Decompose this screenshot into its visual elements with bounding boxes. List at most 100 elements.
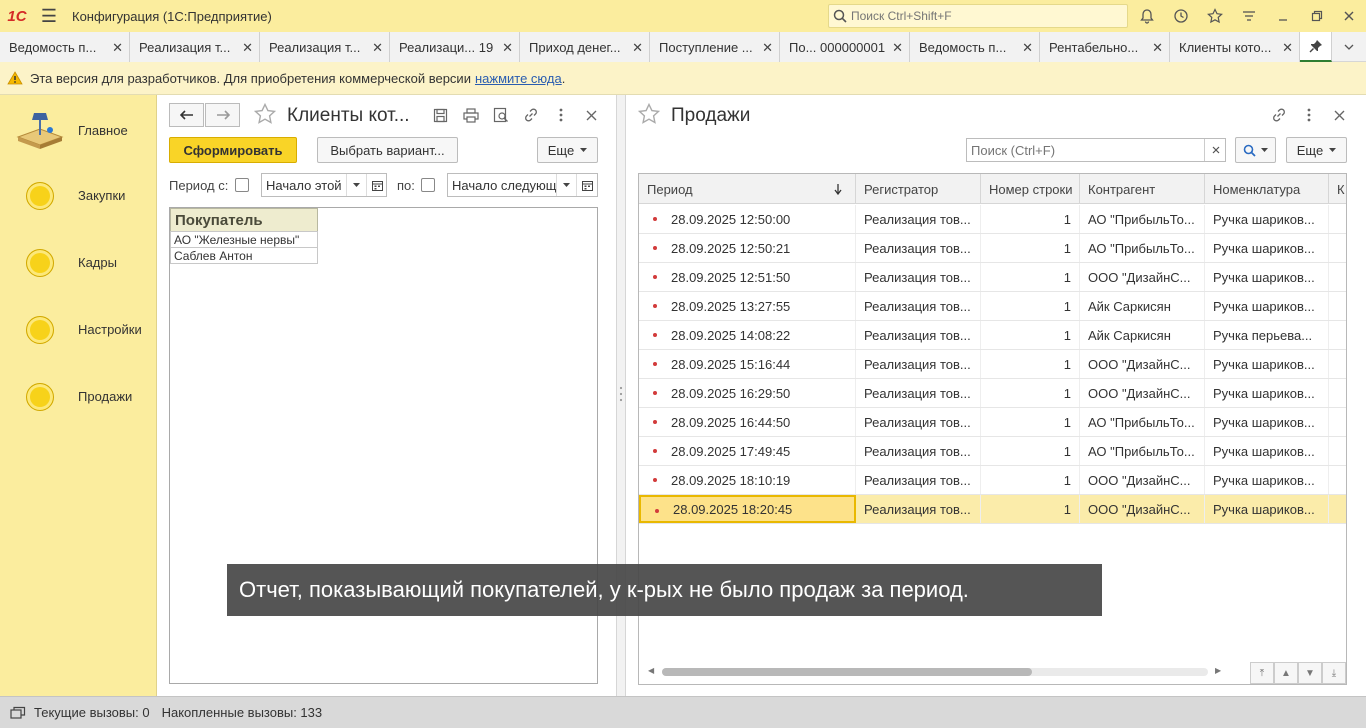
sales-more-button[interactable]: Еще (1286, 137, 1347, 163)
report-header-cell[interactable]: Покупатель (170, 208, 318, 232)
cell-extra[interactable] (1329, 437, 1346, 465)
period-from-checkbox[interactable] (235, 178, 249, 192)
tab-2[interactable]: Реализация т... ✕ (260, 32, 390, 62)
cell-period[interactable]: 28.09.2025 12:50:00 (639, 205, 856, 233)
cell-counterparty[interactable]: ООО "ДизайнС... (1080, 495, 1205, 523)
tab-5[interactable]: Поступление ... ✕ (650, 32, 780, 62)
page-down-icon[interactable]: ▼ (1298, 662, 1322, 684)
list-search-input[interactable] (967, 142, 1203, 158)
tab-8[interactable]: Рентабельно... ✕ (1040, 32, 1170, 62)
sidebar-item-settings[interactable]: Настройки (0, 310, 157, 350)
cell-registrar[interactable]: Реализация тов... (856, 408, 981, 436)
cell-extra[interactable] (1329, 495, 1346, 523)
report-cell[interactable]: АО "Железные нервы" (170, 231, 318, 248)
cell-item[interactable]: Ручка шариков... (1205, 234, 1329, 262)
scroll-left-icon[interactable]: ◀ (648, 666, 654, 675)
list-search-field[interactable] (966, 138, 1226, 162)
cell-extra[interactable] (1329, 321, 1346, 349)
cell-counterparty[interactable]: ООО "ДизайнС... (1080, 466, 1205, 494)
filter-lines-icon[interactable] (1237, 4, 1261, 28)
search-options-button[interactable] (1235, 137, 1276, 163)
cell-registrar[interactable]: Реализация тов... (856, 263, 981, 291)
cell-line-number[interactable]: 1 (981, 379, 1080, 407)
column-header-extra[interactable]: К (1329, 174, 1346, 204)
cell-line-number[interactable]: 1 (981, 350, 1080, 378)
cell-line-number[interactable]: 1 (981, 321, 1080, 349)
period-from-input[interactable] (262, 177, 346, 193)
generate-button[interactable]: Сформировать (169, 137, 297, 163)
preview-icon[interactable] (490, 104, 512, 126)
cell-registrar[interactable]: Реализация тов... (856, 437, 981, 465)
page-up-icon[interactable]: ▲ (1274, 662, 1298, 684)
restore-icon[interactable] (1305, 4, 1329, 28)
minimize-icon[interactable] (1271, 4, 1295, 28)
cell-period[interactable]: 28.09.2025 12:50:21 (639, 234, 856, 262)
cell-extra[interactable] (1329, 234, 1346, 262)
cell-line-number[interactable]: 1 (981, 234, 1080, 262)
close-tab-icon[interactable]: ✕ (372, 40, 383, 56)
star-icon[interactable] (1203, 4, 1227, 28)
cell-counterparty[interactable]: АО "ПрибыльТо... (1080, 205, 1205, 233)
tab-1[interactable]: Реализация т... ✕ (130, 32, 260, 62)
report-cell[interactable]: Саблев Антон (170, 247, 318, 264)
link-icon[interactable] (520, 104, 542, 126)
cell-line-number[interactable]: 1 (981, 408, 1080, 436)
table-row[interactable]: 28.09.2025 16:29:50 Реализация тов... 1 ООО… (639, 379, 1346, 408)
cell-extra[interactable] (1329, 379, 1346, 407)
clear-search-icon[interactable] (1204, 139, 1226, 161)
cell-registrar[interactable]: Реализация тов... (856, 466, 981, 494)
sidebar-item-hr[interactable]: Кадры (0, 243, 157, 283)
more-vert-icon[interactable] (550, 104, 572, 126)
cell-item[interactable]: Ручка шариков... (1205, 205, 1329, 233)
favorite-star-icon[interactable] (637, 102, 661, 132)
close-form-icon[interactable] (1328, 104, 1350, 126)
cell-extra[interactable] (1329, 292, 1346, 320)
cell-item[interactable]: Ручка шариков... (1205, 379, 1329, 407)
save-icon[interactable] (429, 104, 451, 126)
cell-period[interactable]: 28.09.2025 13:27:55 (639, 292, 856, 320)
cell-period[interactable]: 28.09.2025 18:10:19 (639, 466, 856, 494)
close-tab-icon[interactable]: ✕ (1282, 40, 1293, 56)
close-form-icon[interactable] (580, 104, 602, 126)
calendar-icon[interactable] (366, 174, 387, 196)
close-tab-icon[interactable]: ✕ (502, 40, 513, 56)
period-to-input[interactable] (448, 177, 556, 193)
column-header-registrar[interactable]: Регистратор (856, 174, 981, 204)
cell-item[interactable]: Ручка шариков... (1205, 408, 1329, 436)
scroll-right-icon[interactable]: ▶ (1215, 666, 1221, 675)
cell-line-number[interactable]: 1 (981, 466, 1080, 494)
cell-extra[interactable] (1329, 205, 1346, 233)
cell-period[interactable]: 28.09.2025 15:16:44 (639, 350, 856, 378)
cell-counterparty[interactable]: Айк Саркисян (1080, 292, 1205, 320)
cell-counterparty[interactable]: АО "ПрибыльТо... (1080, 234, 1205, 262)
column-header-period[interactable]: Период (639, 174, 856, 204)
forward-button[interactable] (205, 103, 240, 127)
table-row[interactable]: 28.09.2025 14:08:22 Реализация тов... 1 Айк… (639, 321, 1346, 350)
cell-period[interactable]: 28.09.2025 16:29:50 (639, 379, 856, 407)
cell-item[interactable]: Ручка перьева... (1205, 321, 1329, 349)
cell-counterparty[interactable]: ООО "ДизайнС... (1080, 350, 1205, 378)
cell-counterparty[interactable]: АО "ПрибыльТо... (1080, 437, 1205, 465)
cell-line-number[interactable]: 1 (981, 292, 1080, 320)
favorite-star-icon[interactable] (253, 102, 277, 132)
back-button[interactable] (169, 103, 204, 127)
tab-4[interactable]: Приход денег... ✕ (520, 32, 650, 62)
pin-tab[interactable] (1300, 32, 1332, 62)
bell-icon[interactable] (1135, 4, 1159, 28)
column-header-line-number[interactable]: Номер строки (981, 174, 1080, 204)
calendar-icon[interactable] (576, 174, 598, 196)
cell-registrar[interactable]: Реализация тов... (856, 292, 981, 320)
table-row[interactable]: 28.09.2025 16:44:50 Реализация тов... 1 АО … (639, 408, 1346, 437)
more-vert-icon[interactable] (1298, 104, 1320, 126)
first-page-icon[interactable]: ⤒ (1250, 662, 1274, 684)
tab-6[interactable]: По... 000000001 ✕ (780, 32, 910, 62)
cell-registrar[interactable]: Реализация тов... (856, 350, 981, 378)
cell-period[interactable]: 28.09.2025 16:44:50 (639, 408, 856, 436)
period-to-checkbox[interactable] (421, 178, 435, 192)
period-to-field[interactable] (447, 173, 598, 197)
chevron-down-icon[interactable] (1332, 32, 1366, 62)
cell-counterparty[interactable]: ООО "ДизайнС... (1080, 379, 1205, 407)
global-search-input[interactable] (851, 9, 1111, 23)
table-row[interactable]: 28.09.2025 12:50:21 Реализация тов... 1 АО … (639, 234, 1346, 263)
cell-counterparty[interactable]: Айк Саркисян (1080, 321, 1205, 349)
